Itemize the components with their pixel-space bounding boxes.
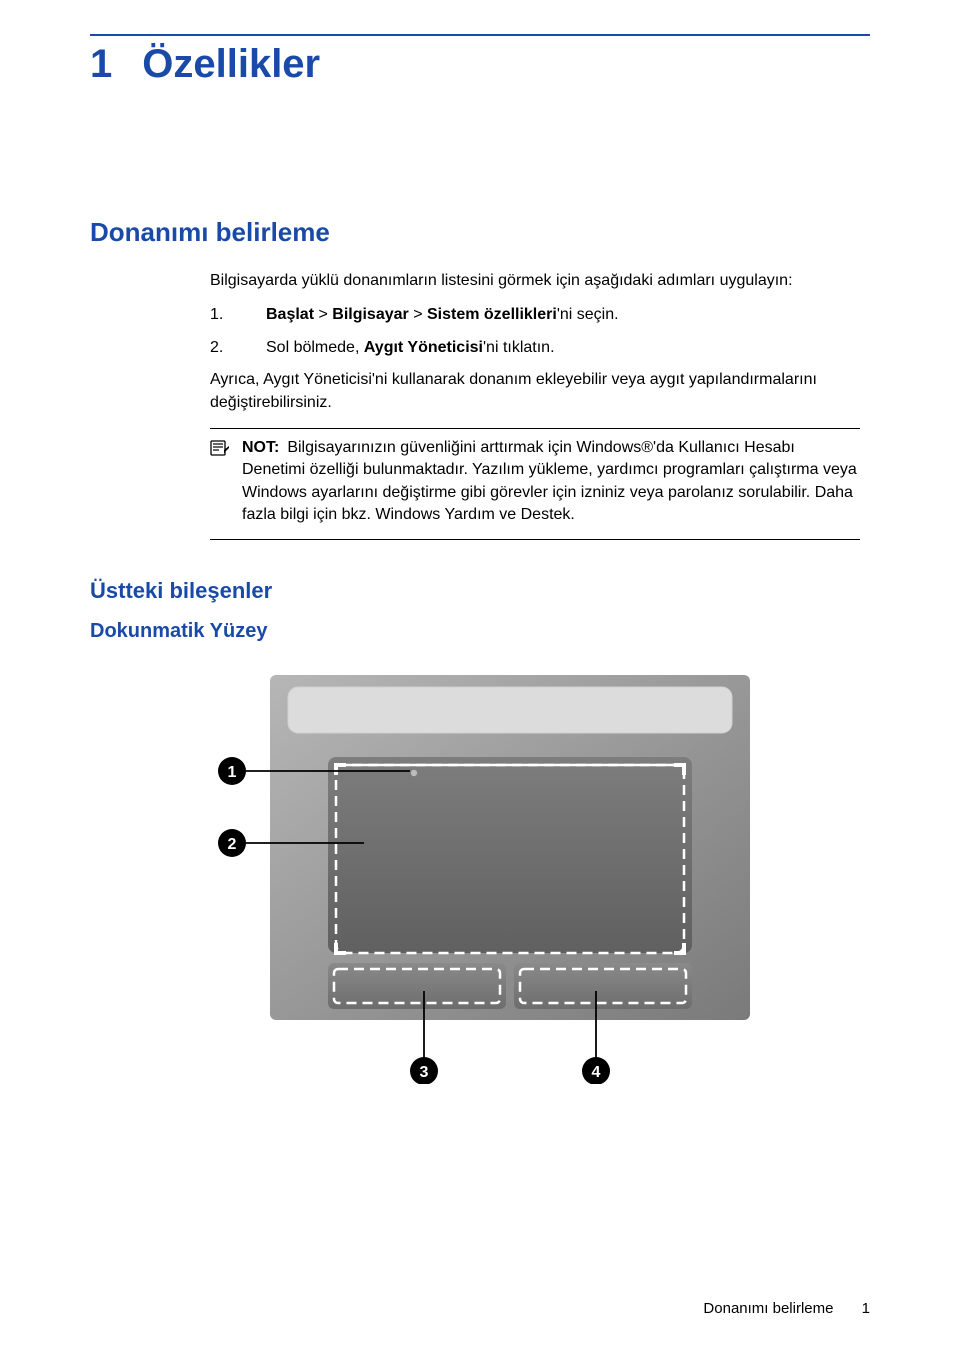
step1-bold3: Sistem özellikleri [427,306,557,323]
chapter-number: 1 [90,42,112,87]
note-divider-top [210,428,860,429]
touchpad-illustration: 1 2 3 4 [194,653,767,1084]
document-page: 1 Özellikler Donanımı belirleme Bilgisay… [0,34,960,1349]
callout-3: 3 [410,1057,438,1084]
step1-bold1: Başlat [266,306,314,323]
note-label: NOT: [242,439,279,456]
svg-text:1: 1 [227,764,236,781]
note-body: Bilgisayarınızın güvenliğini arttırmak i… [242,439,857,523]
step-number: 1. [210,304,250,326]
body-block: Bilgisayarda yüklü donanımların listesin… [90,270,870,540]
step-2: 2. Sol bölmede, Aygıt Yöneticisi'ni tıkl… [210,337,860,359]
intro-paragraph: Bilgisayarda yüklü donanımların listesin… [210,270,860,292]
step-text: Başlat > Bilgisayar > Sistem özellikleri… [266,304,860,326]
step2-prefix: Sol bölmede, [266,339,364,356]
paragraph-2: Ayrıca, Aygıt Yöneticisi'ni kullanarak d… [210,369,860,414]
step2-bold: Aygıt Yöneticisi [364,339,483,356]
footer-page-number: 1 [862,1300,870,1317]
svg-text:2: 2 [227,836,236,853]
step-number: 2. [210,337,250,359]
note-divider-bottom [210,539,860,540]
section-heading: Donanımı belirleme [90,217,870,248]
step1-gt1: > [314,306,332,323]
callout-2: 2 [218,829,246,857]
chapter-heading: 1 Özellikler [90,42,870,87]
step1-bold2: Bilgisayar [332,306,408,323]
svg-text:3: 3 [419,1064,428,1081]
top-rule [90,34,870,36]
step2-tail: 'ni tıklatın. [483,339,555,356]
note-block: NOT:Bilgisayarınızın güvenliğini arttırm… [210,437,860,527]
step1-gt2: > [409,306,427,323]
note-icon [210,439,230,457]
footer-section: Donanımı belirleme [703,1300,833,1317]
subsubsection-heading: Dokunmatik Yüzey [90,620,870,643]
chapter-title: Özellikler [142,42,320,87]
callout-4: 4 [582,1057,610,1084]
step1-tail: 'ni seçin. [557,306,619,323]
step-text: Sol bölmede, Aygıt Yöneticisi'ni tıklatı… [266,337,860,359]
page-footer: Donanımı belirleme 1 [703,1300,870,1317]
step-1: 1. Başlat > Bilgisayar > Sistem özellikl… [210,304,860,326]
illustration-wrap: 1 2 3 4 [90,653,870,1084]
callout-1: 1 [218,757,246,785]
svg-text:4: 4 [591,1064,600,1081]
subsection-heading: Üstteki bileşenler [90,578,870,604]
note-text: NOT:Bilgisayarınızın güvenliğini arttırm… [242,437,860,527]
